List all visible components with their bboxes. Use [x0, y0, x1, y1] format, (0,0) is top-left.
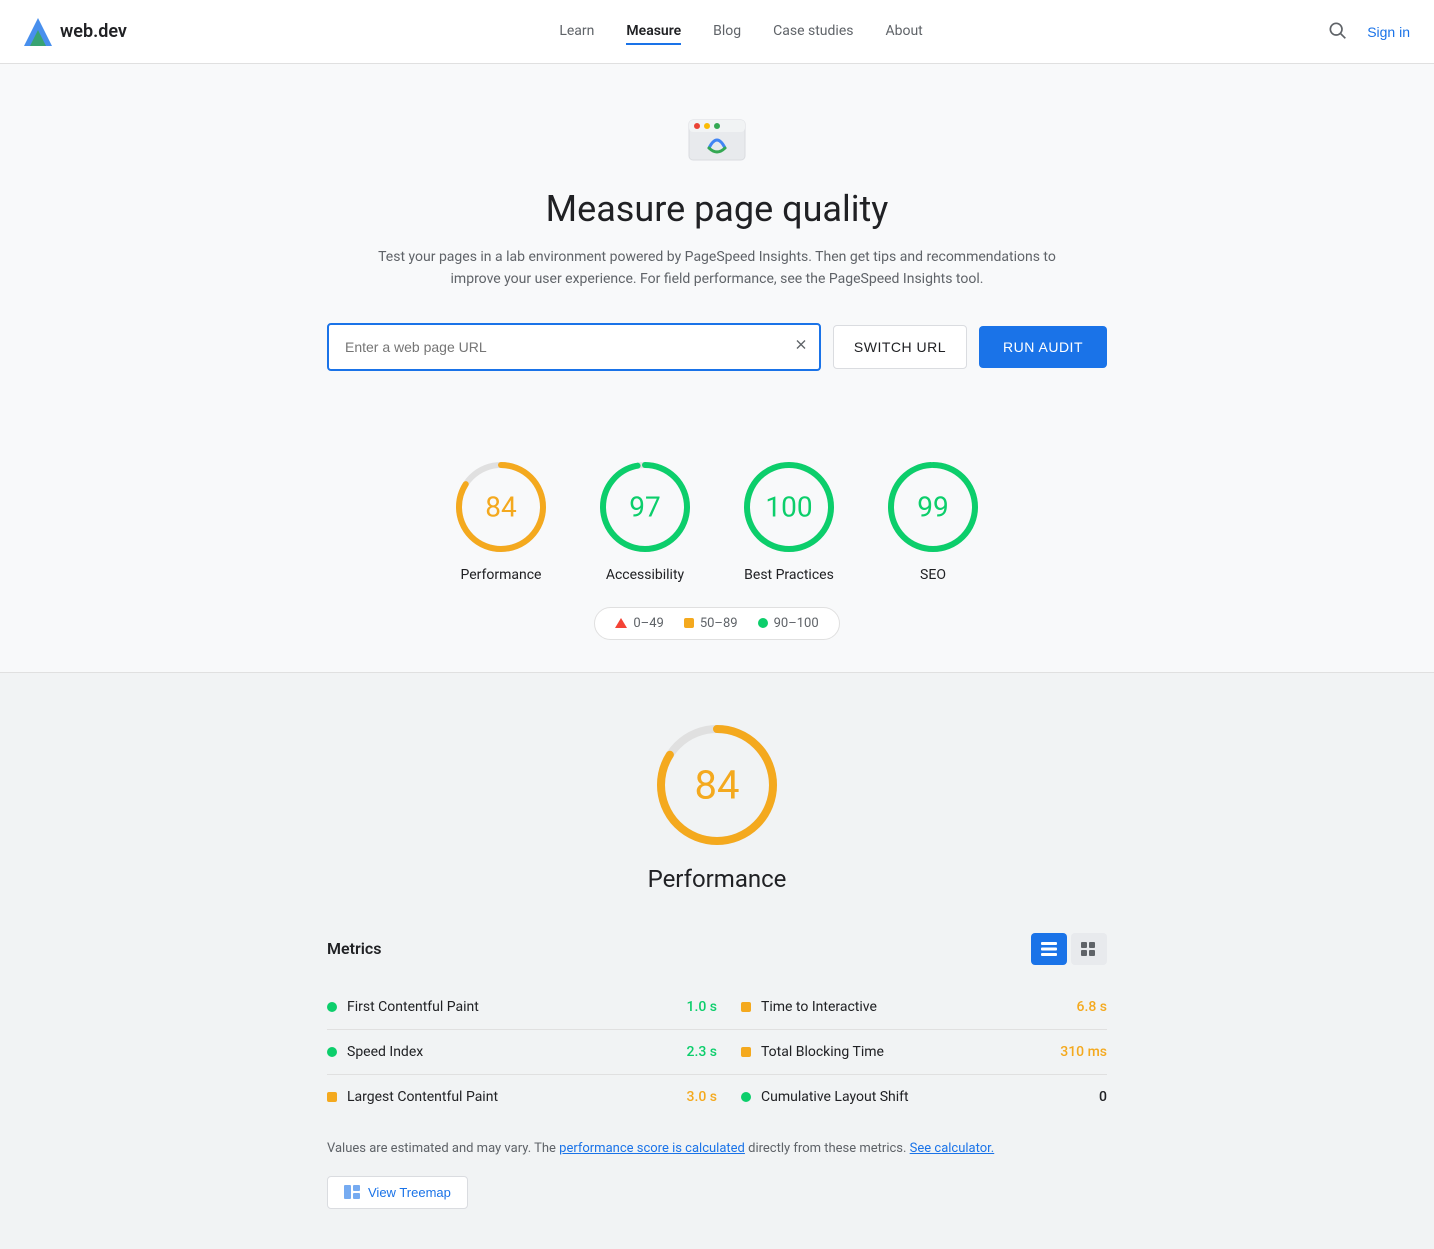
cls-value: 0: [1099, 1089, 1107, 1105]
logo-text: web.dev: [60, 21, 127, 42]
performance-detail-title: Performance: [327, 865, 1107, 893]
metric-time-to-interactive: Time to Interactive 6.8 s: [717, 985, 1107, 1030]
run-audit-button[interactable]: RUN AUDIT: [979, 326, 1107, 368]
search-icon: [1327, 20, 1347, 40]
legend-pass-range: 90–100: [774, 616, 819, 631]
si-value: 2.3 s: [687, 1044, 718, 1060]
disclaimer: Values are estimated and may vary. The p…: [327, 1139, 1107, 1160]
close-icon: [793, 336, 809, 352]
lcp-indicator: [327, 1092, 337, 1102]
performance-section: 84 Performance Metrics: [0, 673, 1434, 1249]
seo-circle: 99: [885, 459, 981, 555]
fail-icon: [615, 618, 627, 628]
performance-score: 84: [485, 490, 516, 523]
tbt-indicator: [741, 1047, 751, 1057]
disclaimer-text: Values are estimated and may vary. The: [327, 1141, 559, 1156]
performance-label: Performance: [461, 567, 542, 583]
perf-score-link[interactable]: performance score is calculated: [559, 1141, 745, 1156]
tti-indicator: [741, 1002, 751, 1012]
list-view-button[interactable]: [1031, 933, 1067, 965]
legend-average-range: 50–89: [700, 616, 738, 631]
metrics-title: Metrics: [327, 939, 381, 958]
performance-detail-score: 84: [695, 761, 740, 808]
metric-total-blocking-time: Total Blocking Time 310 ms: [717, 1030, 1107, 1075]
metric-largest-contentful-paint: Largest Contentful Paint 3.0 s: [327, 1075, 717, 1119]
performance-score-center: 84 Performance: [327, 721, 1107, 893]
fcp-indicator: [327, 1002, 337, 1012]
si-name: Speed Index: [347, 1044, 677, 1060]
score-accessibility: 97 Accessibility: [597, 459, 693, 583]
metric-speed-index: Speed Index 2.3 s: [327, 1030, 717, 1075]
cls-name: Cumulative Layout Shift: [761, 1089, 1089, 1105]
legend-average: 50–89: [684, 616, 738, 631]
scores-section: 84 Performance 97 Accessibility 10: [0, 411, 1434, 673]
list-icon: [1041, 942, 1057, 956]
url-clear-button[interactable]: [793, 336, 809, 357]
nav-actions: Sign in: [1323, 16, 1410, 47]
nav-measure[interactable]: Measure: [626, 19, 681, 45]
seo-label: SEO: [920, 567, 946, 583]
tti-value: 6.8 s: [1077, 999, 1108, 1015]
logo[interactable]: web.dev: [24, 18, 127, 46]
nav-case-studies[interactable]: Case studies: [773, 19, 853, 45]
view-toggle: [1031, 933, 1107, 965]
legend: 0–49 50–89 90–100: [594, 607, 839, 640]
score-performance: 84 Performance: [453, 459, 549, 583]
nav-blog[interactable]: Blog: [713, 19, 741, 45]
tbt-name: Total Blocking Time: [761, 1044, 1050, 1060]
seo-score: 99: [917, 490, 948, 523]
hero-icon: [24, 112, 1410, 172]
legend-fail-range: 0–49: [633, 616, 663, 631]
view-treemap-button[interactable]: View Treemap: [327, 1176, 468, 1209]
nav-links: Learn Measure Blog Case studies About: [159, 19, 1323, 45]
legend-fail: 0–49: [615, 616, 663, 631]
view-treemap-label: View Treemap: [368, 1185, 451, 1200]
best-practices-score: 100: [765, 490, 812, 523]
legend-pass: 90–100: [758, 616, 819, 631]
tti-name: Time to Interactive: [761, 999, 1067, 1015]
nav-about[interactable]: About: [885, 19, 922, 45]
score-seo: 99 SEO: [885, 459, 981, 583]
calculator-link[interactable]: See calculator.: [910, 1141, 995, 1156]
lcp-name: Largest Contentful Paint: [347, 1089, 677, 1105]
performance-circle: 84: [453, 459, 549, 555]
hero-description: Test your pages in a lab environment pow…: [377, 246, 1057, 291]
tbt-value: 310 ms: [1060, 1044, 1107, 1060]
performance-detail-circle: 84: [653, 721, 781, 849]
nav-learn[interactable]: Learn: [559, 19, 594, 45]
accessibility-label: Accessibility: [606, 567, 684, 583]
url-bar: SWITCH URL RUN AUDIT: [327, 323, 1107, 371]
average-icon: [684, 618, 694, 628]
sign-in-button[interactable]: Sign in: [1367, 24, 1410, 40]
performance-inner: 84 Performance Metrics: [327, 721, 1107, 1209]
url-input-wrapper: [327, 323, 821, 371]
pass-icon: [758, 618, 768, 628]
best-practices-circle: 100: [741, 459, 837, 555]
grid-icon: [1081, 942, 1097, 956]
accessibility-score: 97: [629, 490, 660, 523]
grid-view-button[interactable]: [1071, 933, 1107, 965]
cls-indicator: [741, 1092, 751, 1102]
hero-section: Measure page quality Test your pages in …: [0, 64, 1434, 411]
switch-url-button[interactable]: SWITCH URL: [833, 325, 967, 369]
fcp-value: 1.0 s: [687, 999, 718, 1015]
metrics-grid: First Contentful Paint 1.0 s Time to Int…: [327, 985, 1107, 1119]
scores-grid: 84 Performance 97 Accessibility 10: [24, 459, 1410, 583]
best-practices-label: Best Practices: [744, 567, 834, 583]
accessibility-circle: 97: [597, 459, 693, 555]
fcp-name: First Contentful Paint: [347, 999, 677, 1015]
logo-icon: [24, 18, 52, 46]
disclaimer-mid: directly from these metrics.: [745, 1141, 910, 1156]
url-input[interactable]: [329, 325, 819, 369]
si-indicator: [327, 1047, 337, 1057]
lcp-value: 3.0 s: [687, 1089, 718, 1105]
page-title: Measure page quality: [24, 188, 1410, 230]
treemap-icon: [344, 1185, 360, 1199]
metric-cumulative-layout-shift: Cumulative Layout Shift 0: [717, 1075, 1107, 1119]
metrics-header: Metrics: [327, 933, 1107, 965]
search-button[interactable]: [1323, 16, 1351, 47]
metric-first-contentful-paint: First Contentful Paint 1.0 s: [327, 985, 717, 1030]
score-best-practices: 100 Best Practices: [741, 459, 837, 583]
